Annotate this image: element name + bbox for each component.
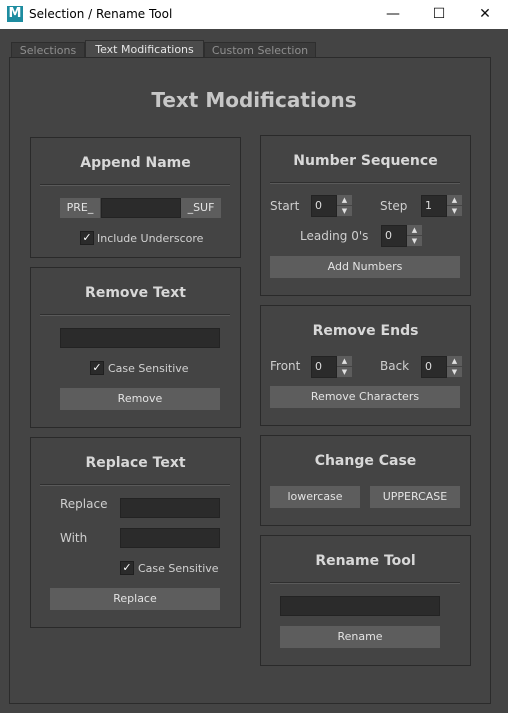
number-sequence-title: Number Sequence: [293, 153, 438, 169]
back-label: Back: [380, 359, 410, 373]
front-increment-icon[interactable]: ▲: [337, 356, 352, 366]
divider: [270, 582, 460, 584]
replace-label: Replace: [60, 497, 108, 511]
step-value[interactable]: 1: [421, 195, 447, 217]
append-name-title: Append Name: [80, 155, 191, 171]
window-title: Selection / Rename Tool: [29, 7, 173, 21]
remove-characters-button[interactable]: Remove Characters: [270, 386, 460, 408]
replace-case-sensitive-checkbox[interactable]: ✓: [120, 561, 134, 575]
start-spinbox[interactable]: 0 ▲ ▼: [311, 195, 353, 217]
close-button[interactable]: ✕: [462, 0, 508, 29]
remove-ends-title: Remove Ends: [312, 323, 419, 339]
back-increment-icon[interactable]: ▲: [447, 356, 462, 366]
append-name-panel: Append Name PRE_ _SUF ✓ Include Undersco…: [30, 137, 241, 258]
page-title: Text Modifications: [151, 88, 357, 112]
step-label: Step: [380, 199, 408, 213]
front-spinbox[interactable]: 0 ▲ ▼: [311, 356, 353, 378]
replace-case-sensitive-label: Case Sensitive: [138, 562, 219, 575]
remove-text-title: Remove Text: [85, 285, 186, 301]
leading-decrement-icon[interactable]: ▼: [407, 236, 422, 246]
remove-case-sensitive-checkbox[interactable]: ✓: [90, 361, 104, 375]
minimize-button[interactable]: —: [370, 0, 416, 29]
remove-case-sensitive-label: Case Sensitive: [108, 362, 189, 375]
change-case-panel: Change Case lowercase UPPERCASE: [260, 435, 471, 526]
app-icon: M: [7, 6, 23, 22]
leading-increment-icon[interactable]: ▲: [407, 225, 422, 235]
with-label: With: [60, 531, 88, 545]
remove-text-input[interactable]: [60, 328, 220, 348]
replace-input[interactable]: [120, 498, 220, 518]
replace-text-panel: Replace Text Replace With ✓ Case Sensiti…: [30, 437, 241, 628]
front-decrement-icon[interactable]: ▼: [337, 367, 352, 377]
rename-tool-title: Rename Tool: [315, 553, 416, 569]
suffix-field[interactable]: _SUF: [181, 198, 221, 218]
add-numbers-button[interactable]: Add Numbers: [270, 256, 460, 278]
back-decrement-icon[interactable]: ▼: [447, 367, 462, 377]
replace-text-title: Replace Text: [85, 455, 186, 471]
lowercase-button[interactable]: lowercase: [270, 486, 360, 508]
front-label: Front: [270, 359, 301, 373]
tab-strip: Selections Text Modifications Custom Sel…: [0, 29, 508, 59]
leading-zeros-label: Leading 0's: [300, 229, 369, 243]
divider: [40, 484, 230, 486]
divider: [40, 314, 230, 316]
replace-button[interactable]: Replace: [50, 588, 220, 610]
start-increment-icon[interactable]: ▲: [337, 195, 352, 205]
leading-zeros-spinbox[interactable]: 0 ▲ ▼: [381, 225, 423, 247]
divider: [270, 182, 460, 184]
rename-tool-panel: Rename Tool Rename: [260, 535, 471, 666]
rename-input[interactable]: [280, 596, 440, 616]
number-sequence-panel: Number Sequence Start 0 ▲ ▼ Step 1 ▲ ▼ L…: [260, 135, 471, 296]
step-spinbox[interactable]: 1 ▲ ▼: [421, 195, 463, 217]
start-value[interactable]: 0: [311, 195, 337, 217]
back-spinbox[interactable]: 0 ▲ ▼: [421, 356, 463, 378]
with-input[interactable]: [120, 528, 220, 548]
remove-text-panel: Remove Text ✓ Case Sensitive Remove: [30, 267, 241, 428]
back-value[interactable]: 0: [421, 356, 447, 378]
leading-zeros-value[interactable]: 0: [381, 225, 407, 247]
rename-button[interactable]: Rename: [280, 626, 440, 648]
divider: [40, 184, 230, 186]
prefix-field[interactable]: PRE_: [60, 198, 100, 218]
remove-button[interactable]: Remove: [60, 388, 220, 410]
step-increment-icon[interactable]: ▲: [447, 195, 462, 205]
append-name-input[interactable]: [101, 198, 181, 218]
include-underscore-label: Include Underscore: [97, 232, 204, 245]
uppercase-button[interactable]: UPPERCASE: [370, 486, 460, 508]
maximize-button[interactable]: ☐: [416, 0, 462, 29]
window-titlebar: M Selection / Rename Tool — ☐ ✕: [0, 0, 508, 29]
change-case-title: Change Case: [314, 453, 417, 469]
start-label: Start: [270, 199, 300, 213]
include-underscore-checkbox[interactable]: ✓: [80, 231, 94, 245]
front-value[interactable]: 0: [311, 356, 337, 378]
step-decrement-icon[interactable]: ▼: [447, 206, 462, 216]
remove-ends-panel: Remove Ends Front 0 ▲ ▼ Back 0 ▲ ▼ Remov…: [260, 305, 471, 426]
start-decrement-icon[interactable]: ▼: [337, 206, 352, 216]
